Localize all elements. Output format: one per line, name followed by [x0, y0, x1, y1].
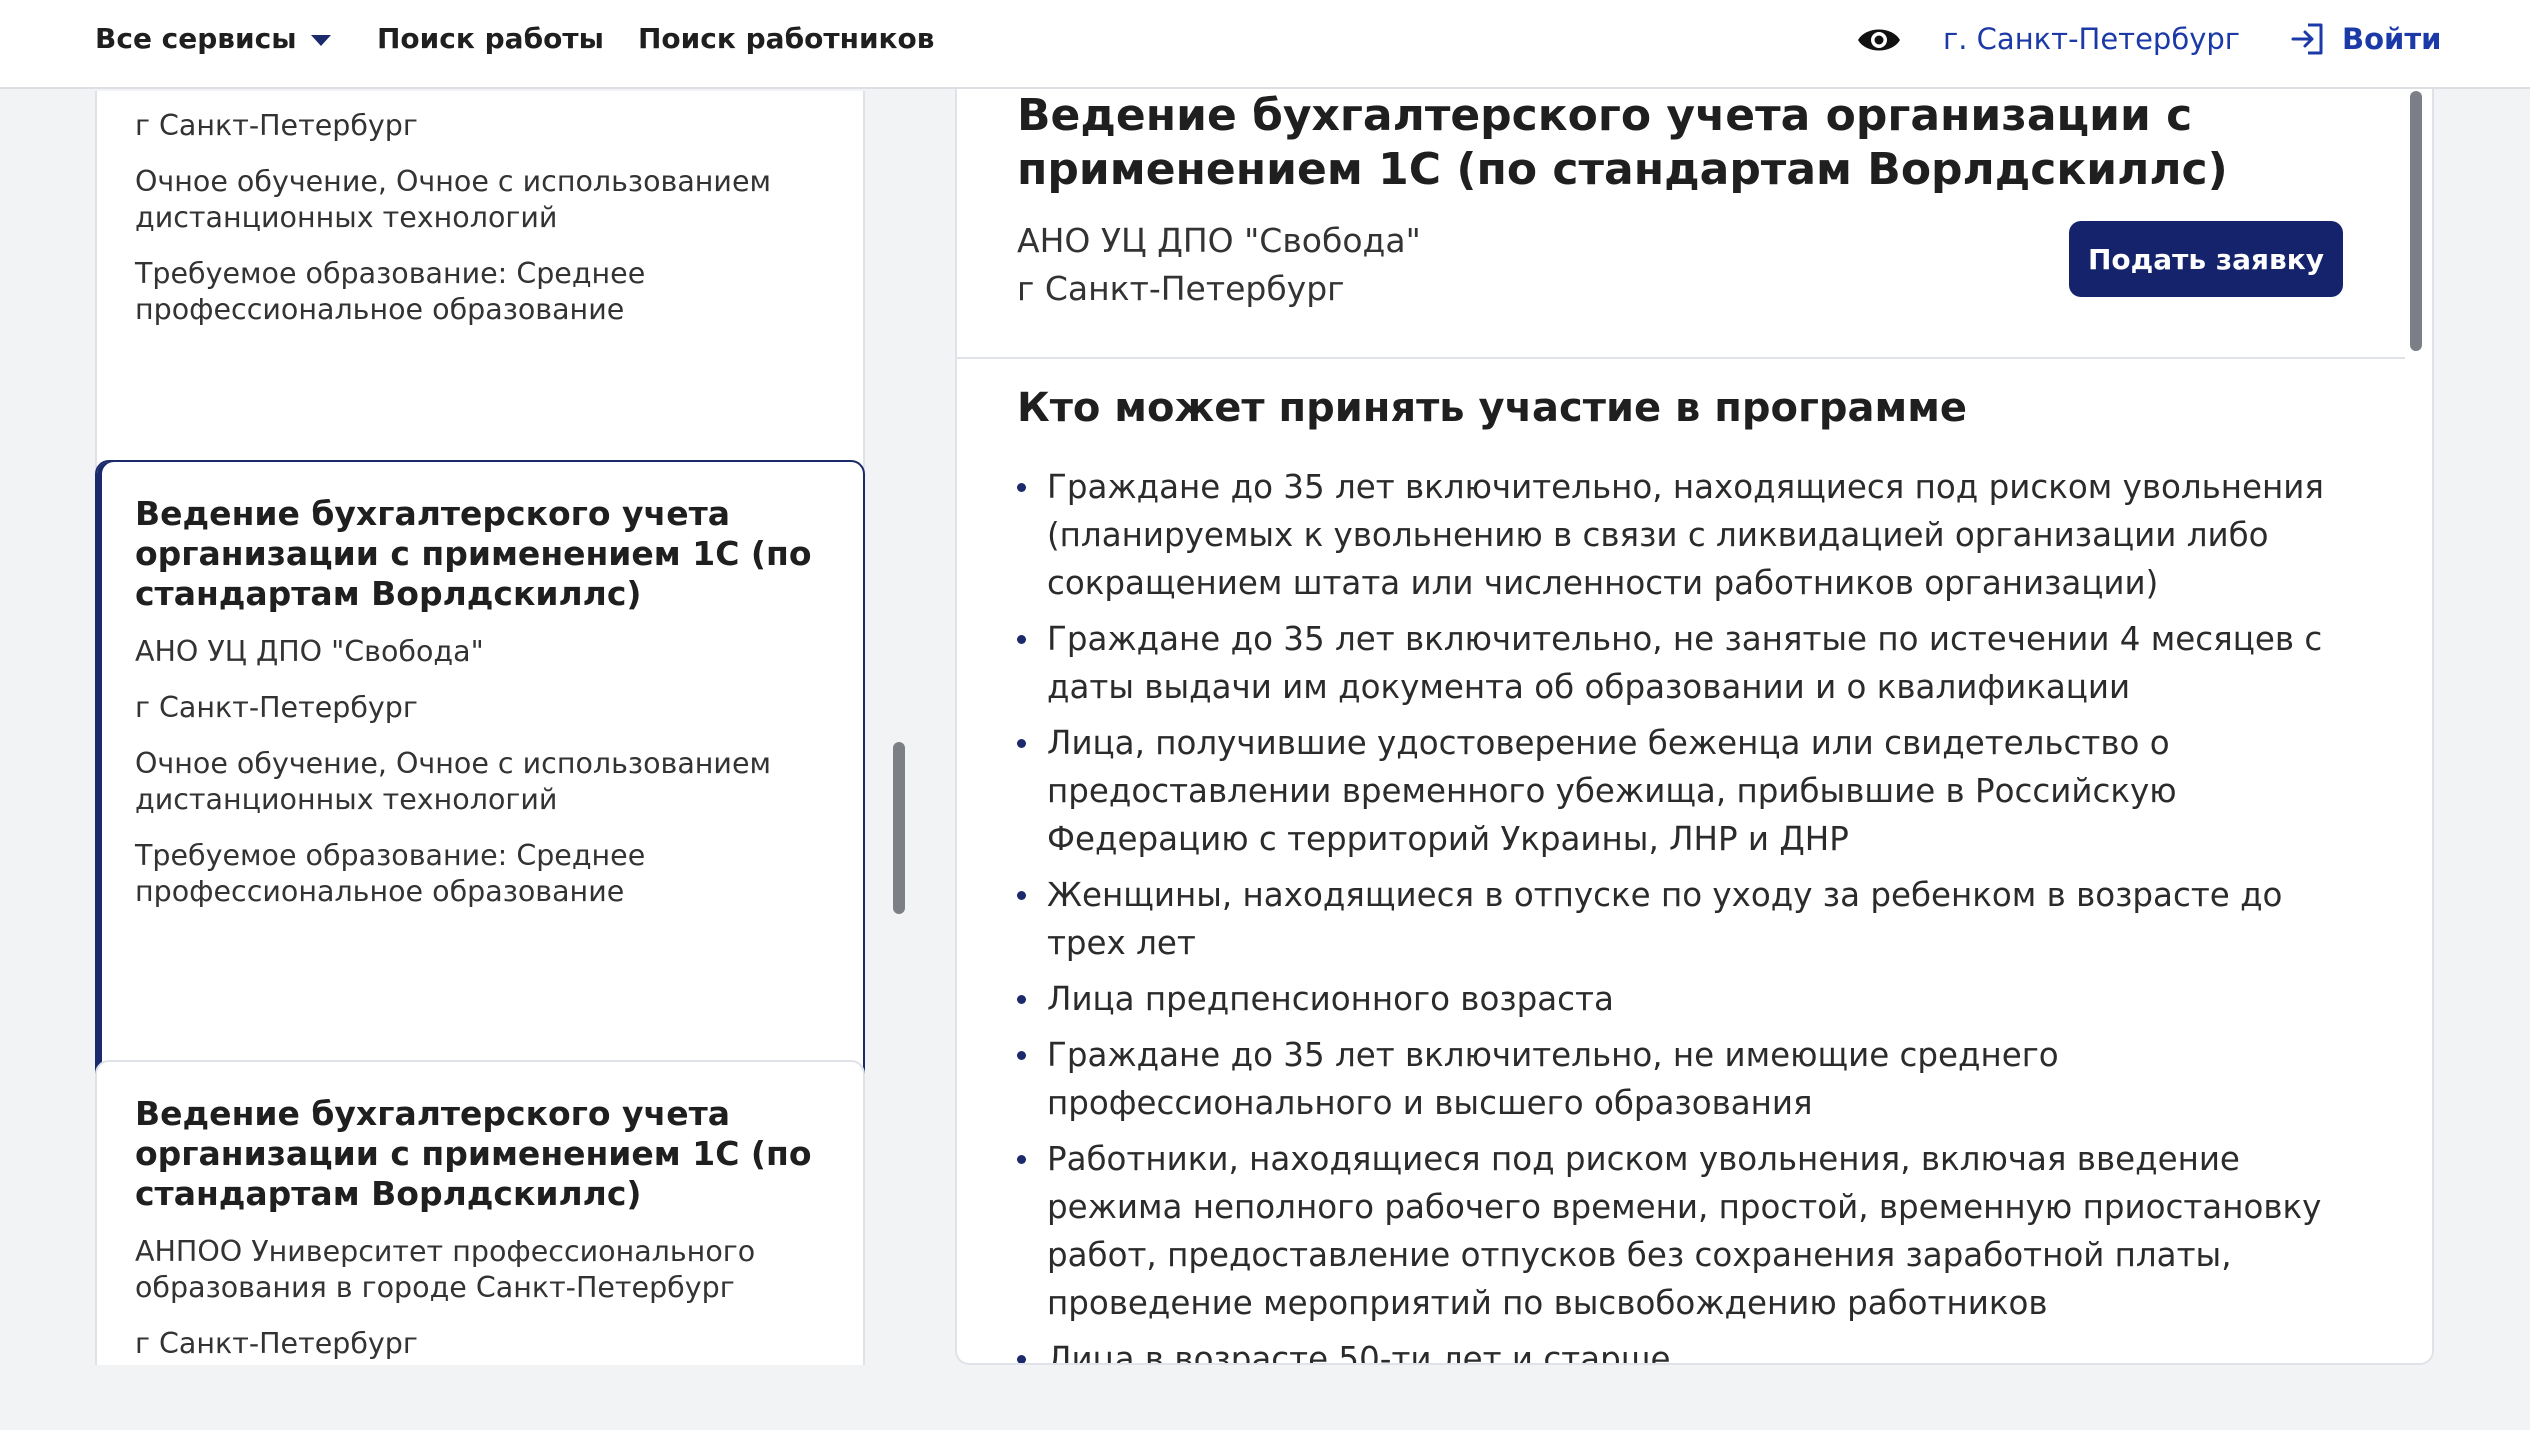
all-services-label: Все сервисы	[95, 22, 297, 55]
detail-city: г Санкт-Петербург	[1017, 269, 1345, 308]
nav-job-search[interactable]: Поиск работы	[377, 18, 604, 60]
participants-list: Граждане до 35 лет включительно, находящ…	[1017, 463, 2357, 1363]
list-item: Работники, находящиеся под риском увольн…	[1017, 1135, 2357, 1327]
list-item: Лица предпенсионного возраста	[1017, 975, 2357, 1023]
card-city: г Санкт-Петербург	[135, 109, 418, 142]
chevron-down-icon	[310, 34, 331, 46]
course-card[interactable]: Ведение бухгалтерского учета организации…	[95, 1060, 865, 1365]
login-label: Войти	[2342, 22, 2442, 56]
list-item: Женщины, находящиеся в отпуске по уходу …	[1017, 871, 2357, 967]
card-city: г Санкт-Петербург	[135, 1327, 418, 1360]
card-org: АНПОО Университет профессионального обра…	[135, 1235, 756, 1304]
nav-worker-search[interactable]: Поиск работников	[638, 18, 935, 60]
card-education: Требуемое образование: Среднее профессио…	[135, 257, 646, 326]
card-city: г Санкт-Петербург	[135, 691, 418, 724]
detail-scrollbar[interactable]	[2410, 91, 2422, 351]
divider	[957, 357, 2405, 359]
city-selector[interactable]: г. Санкт-Петербург	[1943, 18, 2240, 60]
card-title: Ведение бухгалтерского учета организации…	[135, 1094, 812, 1213]
card-education: Требуемое образование: Среднее профессио…	[135, 839, 646, 908]
login-button[interactable]: Войти	[2290, 16, 2441, 62]
list-item: Граждане до 35 лет включительно, не заня…	[1017, 615, 2357, 711]
detail-title: Ведение бухгалтерского учета организации…	[1017, 90, 2228, 195]
participants-section-title: Кто может принять участие в программе	[1017, 385, 1968, 431]
list-item: Лица в возрасте 50-ти лет и старше	[1017, 1335, 2357, 1363]
list-item: Лица, получившие удостоверение беженца и…	[1017, 719, 2357, 863]
list-scrollbar[interactable]	[893, 742, 905, 914]
all-services-dropdown[interactable]: Все сервисы	[95, 18, 331, 60]
top-navigation-bar: Все сервисы Поиск работы Поиск работнико…	[0, 0, 2530, 89]
list-item: Граждане до 35 лет включительно, не имею…	[1017, 1031, 2357, 1127]
list-item: Граждане до 35 лет включительно, находящ…	[1017, 463, 2357, 607]
card-format: Очное обучение, Очное с использованием д…	[135, 165, 771, 234]
card-title: Ведение бухгалтерского учета организации…	[135, 494, 812, 613]
login-icon	[2291, 23, 2323, 55]
course-list: г Санкт-Петербург Очное обучение, Очное …	[95, 91, 865, 1365]
course-detail-panel: Ведение бухгалтерского учета организации…	[955, 89, 2434, 1365]
apply-button[interactable]: Подать заявку	[2069, 221, 2343, 297]
card-format: Очное обучение, Очное с использованием д…	[135, 747, 771, 816]
detail-org: АНО УЦ ДПО "Свобода"	[1017, 221, 1421, 260]
eye-icon[interactable]	[1856, 22, 1902, 58]
card-org: АНО УЦ ДПО "Свобода"	[135, 635, 484, 668]
course-card-selected[interactable]: Ведение бухгалтерского учета организации…	[95, 460, 865, 1130]
